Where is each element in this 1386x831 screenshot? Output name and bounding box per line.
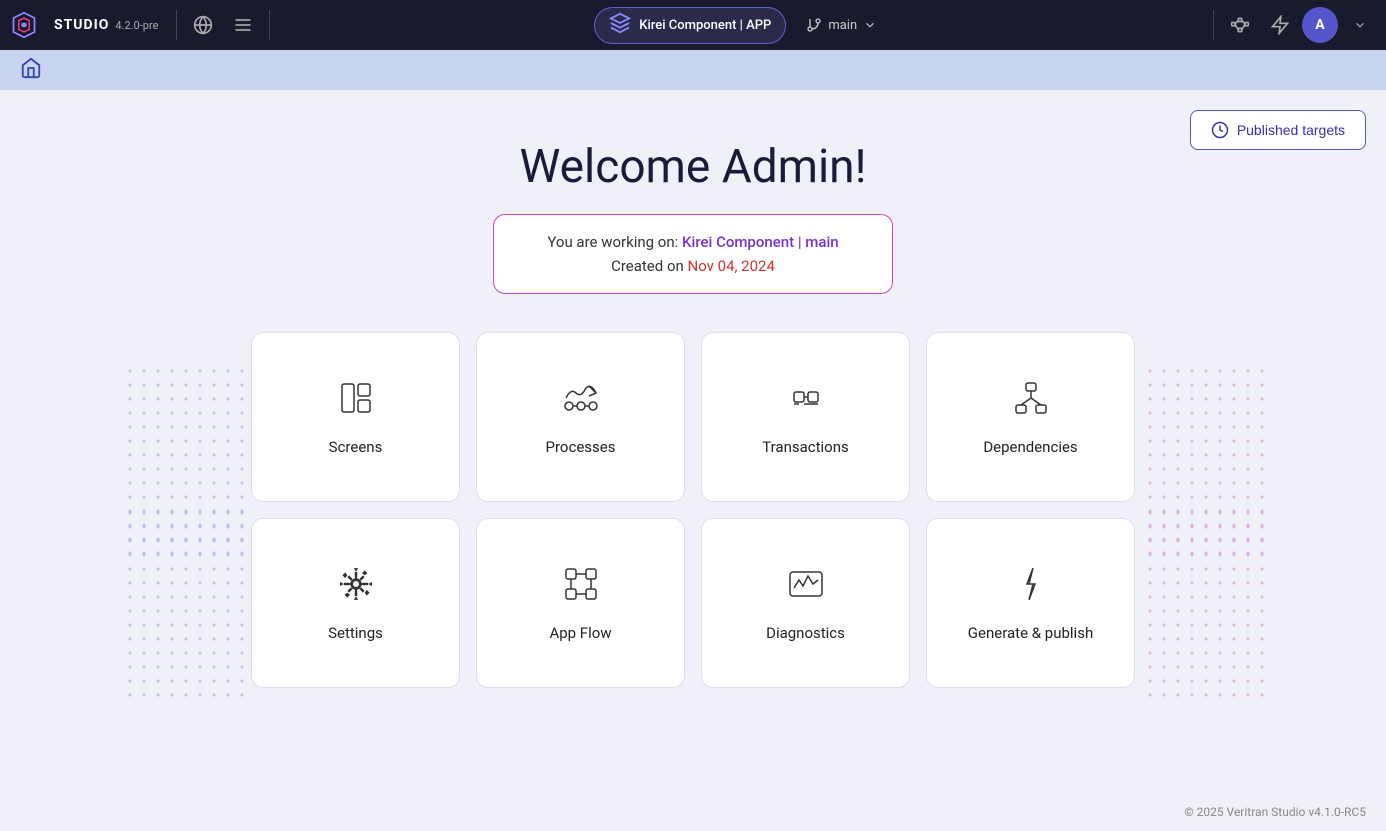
- home-button[interactable]: [12, 53, 50, 88]
- diagnostics-icon: [786, 564, 826, 610]
- dependencies-label: Dependencies: [983, 438, 1077, 456]
- generate-publish-label: Generate & publish: [968, 624, 1093, 642]
- project-icon: [609, 12, 631, 39]
- welcome-section: Welcome Admin! You are working on: Kirei…: [20, 140, 1366, 294]
- branch-name: main: [828, 18, 857, 33]
- menu-button[interactable]: [225, 7, 261, 43]
- dependencies-icon: [1011, 378, 1051, 424]
- screens-icon: [336, 378, 376, 424]
- transactions-icon: [786, 378, 826, 424]
- settings-card[interactable]: Settings: [251, 518, 460, 688]
- studio-brand: STUDIO 4.2.0-pre: [44, 13, 168, 37]
- version-label: 4.2.0-pre: [115, 19, 158, 32]
- processes-label: Processes: [546, 438, 616, 456]
- published-targets-label: Published targets: [1237, 122, 1345, 138]
- welcome-title: Welcome Admin!: [20, 140, 1366, 194]
- navigation-grid: Screens Processes: [243, 324, 1143, 696]
- project-selector[interactable]: Kirei Component | APP: [594, 7, 786, 44]
- app-flow-icon: [561, 564, 601, 610]
- settings-icon: [336, 564, 376, 610]
- bolt-button[interactable]: [1262, 7, 1298, 43]
- app-flow-card[interactable]: App Flow: [476, 518, 685, 688]
- transactions-label: Transactions: [762, 438, 849, 456]
- created-on-text: Created on Nov 04, 2024: [534, 257, 852, 275]
- app-flow-label: App Flow: [549, 624, 611, 642]
- created-date: Nov 04, 2024: [688, 257, 775, 275]
- network-button[interactable]: [1222, 7, 1258, 43]
- transactions-card[interactable]: Transactions: [701, 332, 910, 502]
- nav-divider-2: [269, 10, 270, 40]
- working-on-text: You are working on: Kirei Component | ma…: [534, 233, 852, 251]
- globe-button[interactable]: [185, 7, 221, 43]
- project-name: Kirei Component | APP: [639, 18, 771, 33]
- main-content: Published targets Welcome Admin! You are…: [0, 90, 1386, 716]
- project-info-card: You are working on: Kirei Component | ma…: [493, 214, 893, 294]
- top-navigation: STUDIO 4.2.0-pre Kirei Compon: [0, 0, 1386, 50]
- processes-card[interactable]: Processes: [476, 332, 685, 502]
- nav-center: Kirei Component | APP main: [278, 7, 1205, 44]
- avatar-chevron[interactable]: [1342, 7, 1378, 43]
- nav-right: A: [1209, 7, 1378, 43]
- settings-label: Settings: [328, 624, 383, 642]
- user-avatar[interactable]: A: [1302, 7, 1338, 43]
- diagnostics-card[interactable]: Diagnostics: [701, 518, 910, 688]
- screens-label: Screens: [329, 438, 383, 456]
- project-link: Kirei Component | main: [682, 233, 839, 251]
- branch-selector[interactable]: main: [794, 7, 889, 44]
- generate-publish-card[interactable]: Generate & publish: [926, 518, 1135, 688]
- app-logo: [8, 9, 40, 41]
- dependencies-card[interactable]: Dependencies: [926, 332, 1135, 502]
- nav-divider-1: [176, 10, 177, 40]
- footer: © 2025 Veritran Studio v4.1.0-RC5: [1184, 805, 1366, 819]
- studio-label: STUDIO: [54, 17, 109, 33]
- dot-pattern-bottomright: [1143, 506, 1273, 706]
- screens-card[interactable]: Screens: [251, 332, 460, 502]
- footer-text: © 2025 Veritran Studio v4.1.0-RC5: [1184, 805, 1366, 819]
- published-targets-button[interactable]: Published targets: [1190, 110, 1366, 150]
- dot-pattern-bottomleft: [123, 506, 253, 706]
- sub-navigation: [0, 50, 1386, 90]
- nav-divider-3: [1213, 10, 1214, 40]
- processes-icon: [561, 378, 601, 424]
- diagnostics-label: Diagnostics: [766, 624, 845, 642]
- generate-publish-icon: [1011, 564, 1051, 610]
